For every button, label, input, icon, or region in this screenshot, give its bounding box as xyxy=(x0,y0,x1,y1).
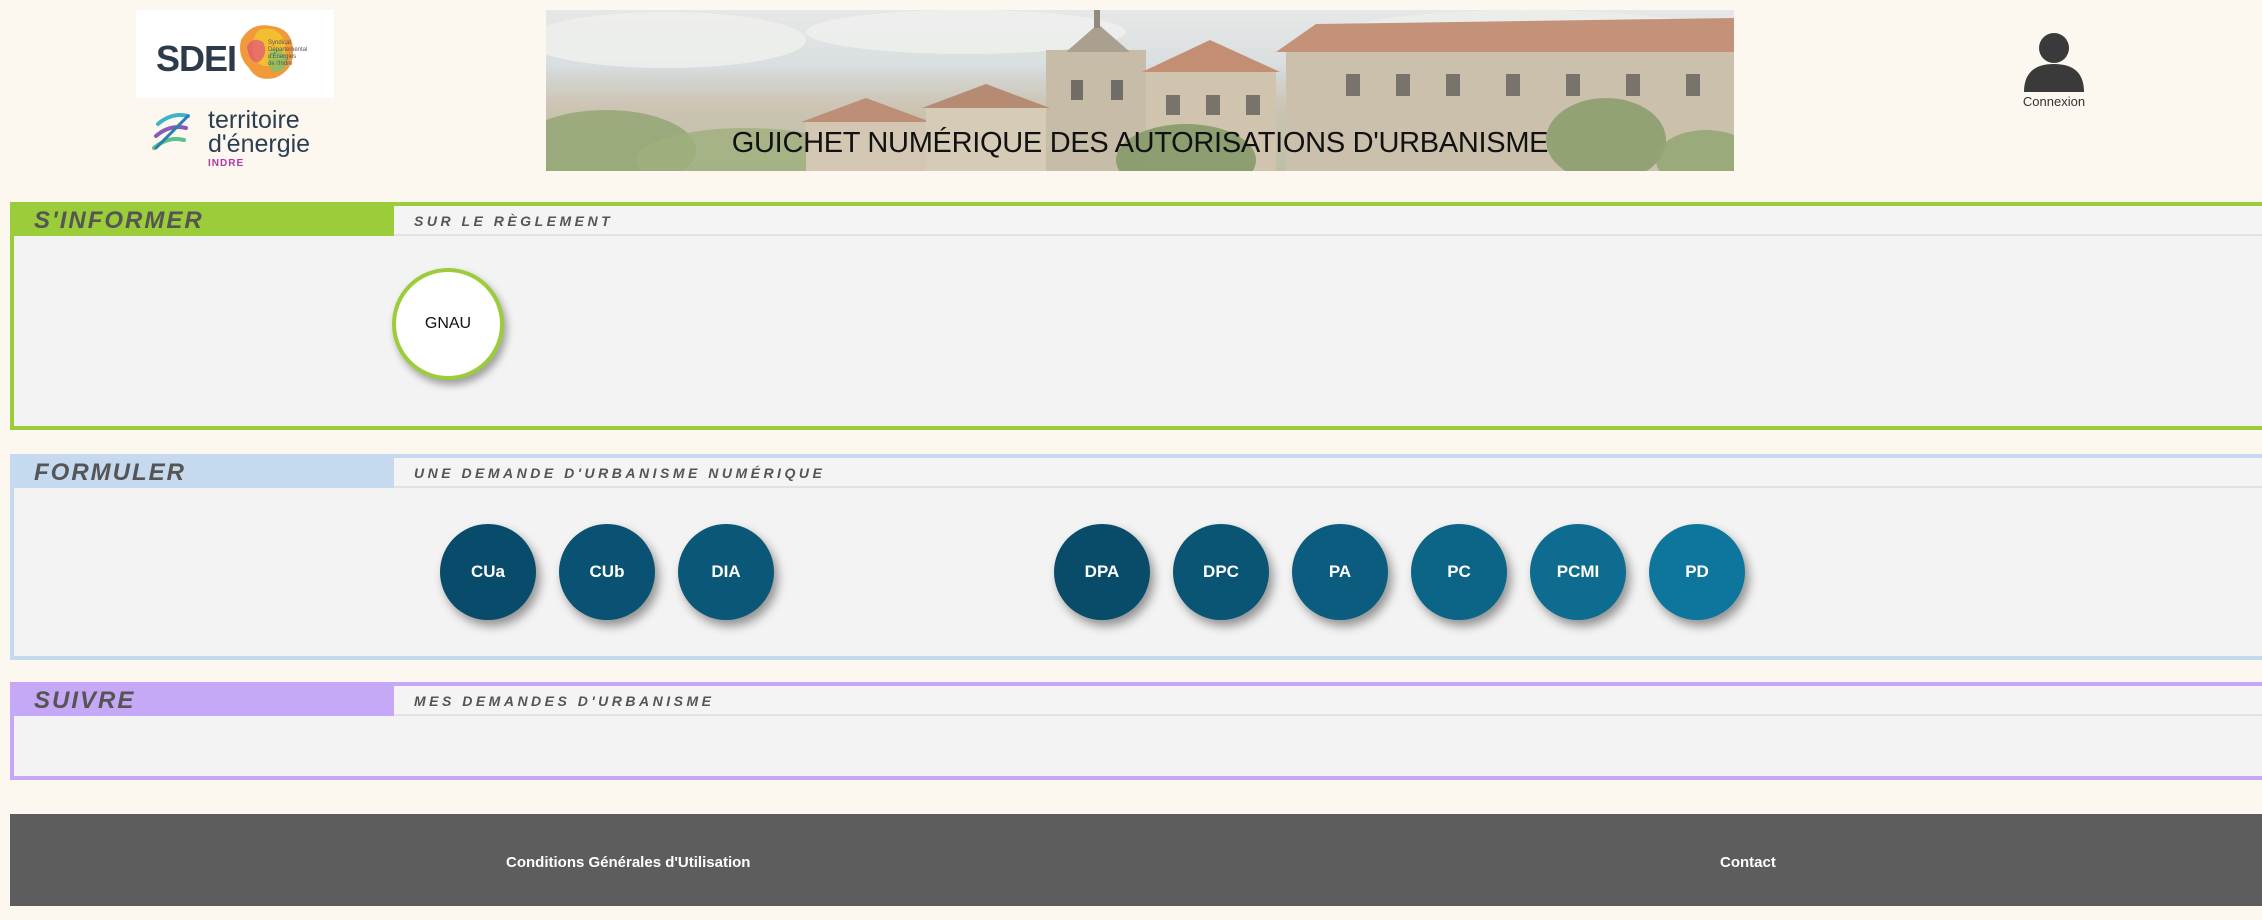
header-banner: GUICHET NUMÉRIQUE DES AUTORISATIONS D'UR… xyxy=(546,10,1734,171)
section-informer-subtitle: SUR LE RÈGLEMENT xyxy=(394,206,2262,236)
section-informer: S'INFORMER SUR LE RÈGLEMENT GNAU xyxy=(10,202,2262,430)
gnau-button[interactable]: GNAU xyxy=(392,268,504,380)
pd-button[interactable]: PD xyxy=(1649,524,1745,620)
section-formuler-label: FORMULER xyxy=(14,458,394,488)
dpc-button[interactable]: DPC xyxy=(1173,524,1269,620)
footer-contact-link[interactable]: Contact xyxy=(1720,854,1776,871)
cua-button[interactable]: CUa xyxy=(440,524,536,620)
section-formuler: FORMULER UNE DEMANDE D'URBANISME NUMÉRIQ… xyxy=(10,454,2262,660)
sdei-logo-subtext: Syndicat Départemental d'Énergies de l'I… xyxy=(268,40,308,67)
section-formuler-subtitle: UNE DEMANDE D'URBANISME NUMÉRIQUE xyxy=(394,458,2262,488)
section-suivre: SUIVRE MES DEMANDES D'URBANISME xyxy=(10,682,2262,780)
territoire-energie-mark-icon xyxy=(152,113,190,150)
pa-button[interactable]: PA xyxy=(1292,524,1388,620)
territoire-energie-line1: territoire xyxy=(208,106,300,134)
pcmi-button[interactable]: PCMI xyxy=(1530,524,1626,620)
connexion-button[interactable]: Connexion xyxy=(2000,30,2108,122)
territoire-energie-line2: d'énergie xyxy=(208,130,311,158)
pc-button[interactable]: PC xyxy=(1411,524,1507,620)
page-title: GUICHET NUMÉRIQUE DES AUTORISATIONS D'UR… xyxy=(731,127,1549,159)
cub-button[interactable]: CUb xyxy=(559,524,655,620)
sdei-logo-text: SDEI xyxy=(156,38,237,79)
section-suivre-label: SUIVRE xyxy=(14,686,394,716)
sdei-logo: SDEI Syndicat Départemental d'Énergies d… xyxy=(136,10,334,98)
connexion-label: Connexion xyxy=(2022,94,2086,109)
dia-button[interactable]: DIA xyxy=(678,524,774,620)
territoire-energie-logo: territoire d'énergie INDRE xyxy=(152,106,322,169)
footer-cgu-link[interactable]: Conditions Générales d'Utilisation xyxy=(506,854,750,871)
territoire-energie-line3: INDRE xyxy=(208,158,245,169)
dpa-button[interactable]: DPA xyxy=(1054,524,1150,620)
footer: Conditions Générales d'Utilisation Conta… xyxy=(10,814,2262,906)
user-icon xyxy=(2024,33,2084,92)
section-suivre-subtitle: MES DEMANDES D'URBANISME xyxy=(394,686,2262,716)
section-informer-label: S'INFORMER xyxy=(14,206,394,236)
